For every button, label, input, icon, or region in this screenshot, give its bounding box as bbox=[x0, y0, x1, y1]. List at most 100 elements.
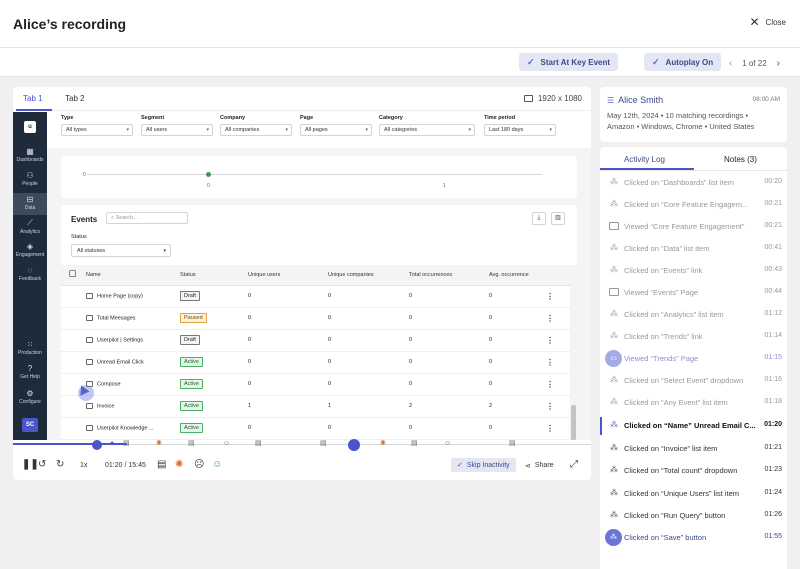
list-item[interactable]: ⁂ Clicked on “Trends” link 01:14 bbox=[600, 326, 787, 348]
start-at-key-event-button[interactable]: ✓ Start At Key Event bbox=[519, 53, 619, 71]
nav-people: ⚇ People bbox=[13, 171, 47, 187]
autoplay-toggle[interactable]: ✓ Autoplay On bbox=[644, 53, 722, 71]
notes-icon[interactable]: ▤ bbox=[157, 459, 166, 470]
face-icon[interactable]: ☺ bbox=[444, 440, 451, 448]
click-icon: ⁂ bbox=[610, 488, 618, 497]
list-item[interactable]: ⁂ Clicked on “Run Query” button 01:26 bbox=[600, 505, 787, 527]
nav-label: Configure bbox=[19, 399, 41, 405]
filter-select: All categories ▾ bbox=[379, 124, 475, 136]
pause-icon[interactable]: ❚❚ bbox=[22, 459, 39, 470]
status-label: Status bbox=[71, 234, 87, 240]
row-avg: 0 bbox=[486, 351, 543, 374]
row-actions-cell: ⋮ bbox=[543, 417, 570, 440]
chevron-left-icon[interactable]: ‹ bbox=[729, 58, 732, 69]
playback-timeline[interactable]: ● ▤ ✺ ▤ ☺ ▤ ▤ ✺ ▤ ☺ ▤ bbox=[13, 439, 591, 451]
filter-value: All companies bbox=[225, 127, 260, 133]
list-item[interactable]: ⁂ Clicked on “Events” link 00:43 bbox=[600, 260, 787, 282]
share-button[interactable]: ⋖ Share bbox=[525, 462, 554, 470]
tabs-divider bbox=[600, 170, 787, 171]
timeline-playhead[interactable]: ● bbox=[110, 440, 114, 448]
filter-label: Company bbox=[220, 115, 246, 121]
click-icon: ⁂ bbox=[610, 510, 618, 519]
filter-value: All categories bbox=[384, 127, 418, 133]
note-icon[interactable]: ▤ bbox=[320, 440, 327, 448]
list-item[interactable]: ⁂ Clicked on “Save” button 01:55 bbox=[600, 527, 787, 549]
app-left-nav: u ▦ Dashboards ⚇ People ⊟ Data ⟋ Analytics ◈… bbox=[13, 112, 47, 440]
events-chart-card: 0 0 1 bbox=[61, 156, 577, 198]
user-name[interactable]: ☰ Alice Smith bbox=[607, 95, 663, 105]
list-item[interactable]: ⁂ Clicked on “Any Event” list item 01:18 bbox=[600, 392, 787, 414]
rewind-icon[interactable]: ↺ bbox=[38, 459, 46, 470]
status-badge: Draft bbox=[180, 335, 200, 345]
note-icon[interactable]: ▤ bbox=[188, 440, 195, 448]
note-icon[interactable]: ▤ bbox=[411, 440, 418, 448]
tab-1[interactable]: Tab 1 bbox=[23, 94, 43, 103]
list-item[interactable]: ▭ Viewed “Trends” Page 01:15 bbox=[600, 348, 787, 370]
chevron-right-icon[interactable]: › bbox=[777, 58, 780, 69]
activity-time: 01:55 bbox=[764, 533, 782, 540]
tab-notes[interactable]: Notes (3) bbox=[724, 155, 757, 164]
kebab-icon: ⋮ bbox=[546, 335, 554, 345]
list-item[interactable]: ⁂ Clicked on “Select Event” dropdown 01:16 bbox=[600, 370, 787, 392]
status-badge: Paused bbox=[180, 313, 207, 323]
bug-icon[interactable]: ✺ bbox=[156, 440, 162, 448]
row-spacer bbox=[61, 307, 83, 330]
click-icon: ⁂ bbox=[610, 397, 618, 406]
chevron-down-icon: ▾ bbox=[468, 127, 471, 133]
note-icon[interactable]: ▤ bbox=[509, 440, 516, 448]
face-icon[interactable]: ☺ bbox=[223, 440, 230, 448]
row-name-cell: Compose bbox=[83, 373, 177, 396]
tab-2[interactable]: Tab 2 bbox=[65, 94, 85, 103]
list-item[interactable]: ⁂ Clicked on “Data” list item 00:41 bbox=[600, 238, 787, 260]
smile-icon[interactable]: ☺ bbox=[212, 459, 222, 470]
list-item[interactable]: ⁂ Clicked on “Name” Unread Email C... 01:2… bbox=[600, 415, 787, 437]
row-spacer bbox=[61, 351, 83, 374]
select-all-checkbox bbox=[69, 270, 76, 278]
filter-time-period: Time period Last 180 days ▾ bbox=[484, 115, 556, 136]
skip-inactivity-toggle[interactable]: ✓ Skip Inactivity bbox=[451, 458, 516, 472]
timeline-marker-event-icon[interactable] bbox=[348, 439, 360, 451]
tab-activity-log[interactable]: Activity Log bbox=[624, 155, 665, 164]
col-header: Unique users bbox=[245, 265, 325, 286]
list-icon: ☰ bbox=[607, 95, 615, 105]
share-label: Share bbox=[534, 462, 554, 469]
note-icon[interactable]: ▤ bbox=[255, 440, 262, 448]
list-item[interactable]: Viewed “Core Feature Engagement” 00:21 bbox=[600, 216, 787, 238]
page-title: Alice’s recording bbox=[13, 16, 127, 32]
list-item[interactable]: ⁂ Clicked on “Analytics” list item 01:12 bbox=[600, 304, 787, 326]
list-item[interactable]: ⁂ Clicked on “Total count” dropdown 01:23 bbox=[600, 460, 787, 482]
speed-button[interactable]: 1x bbox=[80, 462, 87, 469]
filter-label: Type bbox=[61, 115, 74, 121]
fullscreen-icon[interactable]: ⤢ bbox=[570, 459, 578, 470]
activity-time: 01:15 bbox=[764, 354, 782, 361]
list-item[interactable]: ⁂ Clicked on “Invoice” list item 01:21 bbox=[600, 438, 787, 460]
activity-time: 01:16 bbox=[764, 376, 782, 383]
forward-icon[interactable]: ↻ bbox=[56, 459, 64, 470]
event-icon bbox=[86, 336, 93, 343]
page-view-icon bbox=[609, 222, 619, 230]
table-row: Compose Active 0 0 0 0 ⋮ bbox=[61, 373, 570, 396]
close-button[interactable]: ✕ Close bbox=[749, 16, 786, 28]
list-item[interactable]: Viewed “Events” Page 00:44 bbox=[600, 282, 787, 304]
events-card: Events ⌕ Search... ⤓ ▥ Status All status… bbox=[61, 205, 577, 440]
timeline-marker-click-icon[interactable] bbox=[92, 440, 102, 450]
filter-type: Type All types ▾ bbox=[61, 115, 133, 136]
app-logo: u bbox=[24, 121, 36, 133]
activity-time: 00:21 bbox=[764, 200, 782, 207]
col-header: Avg. occurrence bbox=[486, 265, 543, 286]
row-total: 0 bbox=[406, 373, 486, 396]
nav-analytics: ⟋ Analytics bbox=[13, 218, 47, 235]
row-status-cell: Paused bbox=[177, 307, 245, 330]
list-item[interactable]: ⁂ Clicked on “Dashboards” list item 00:20 bbox=[600, 172, 787, 194]
row-companies: 0 bbox=[325, 373, 406, 396]
note-icon[interactable]: ▤ bbox=[123, 440, 130, 448]
list-item[interactable]: ⁂ Clicked on “Core Feature Engagem... 00:2… bbox=[600, 194, 787, 216]
bug-icon[interactable]: ✺ bbox=[380, 440, 386, 448]
frown-icon[interactable]: ☹ bbox=[194, 459, 204, 470]
click-icon: ⁂ bbox=[610, 443, 618, 452]
activity-text: Clicked on “Analytics” list item bbox=[624, 310, 724, 319]
list-item[interactable]: ⁂ Clicked on “Unique Users” list item 01:2… bbox=[600, 483, 787, 505]
bug-icon[interactable]: ✺ bbox=[175, 459, 183, 470]
click-icon: ⁂ bbox=[610, 309, 618, 318]
activity-text: Viewed “Core Feature Engagement” bbox=[624, 222, 745, 231]
